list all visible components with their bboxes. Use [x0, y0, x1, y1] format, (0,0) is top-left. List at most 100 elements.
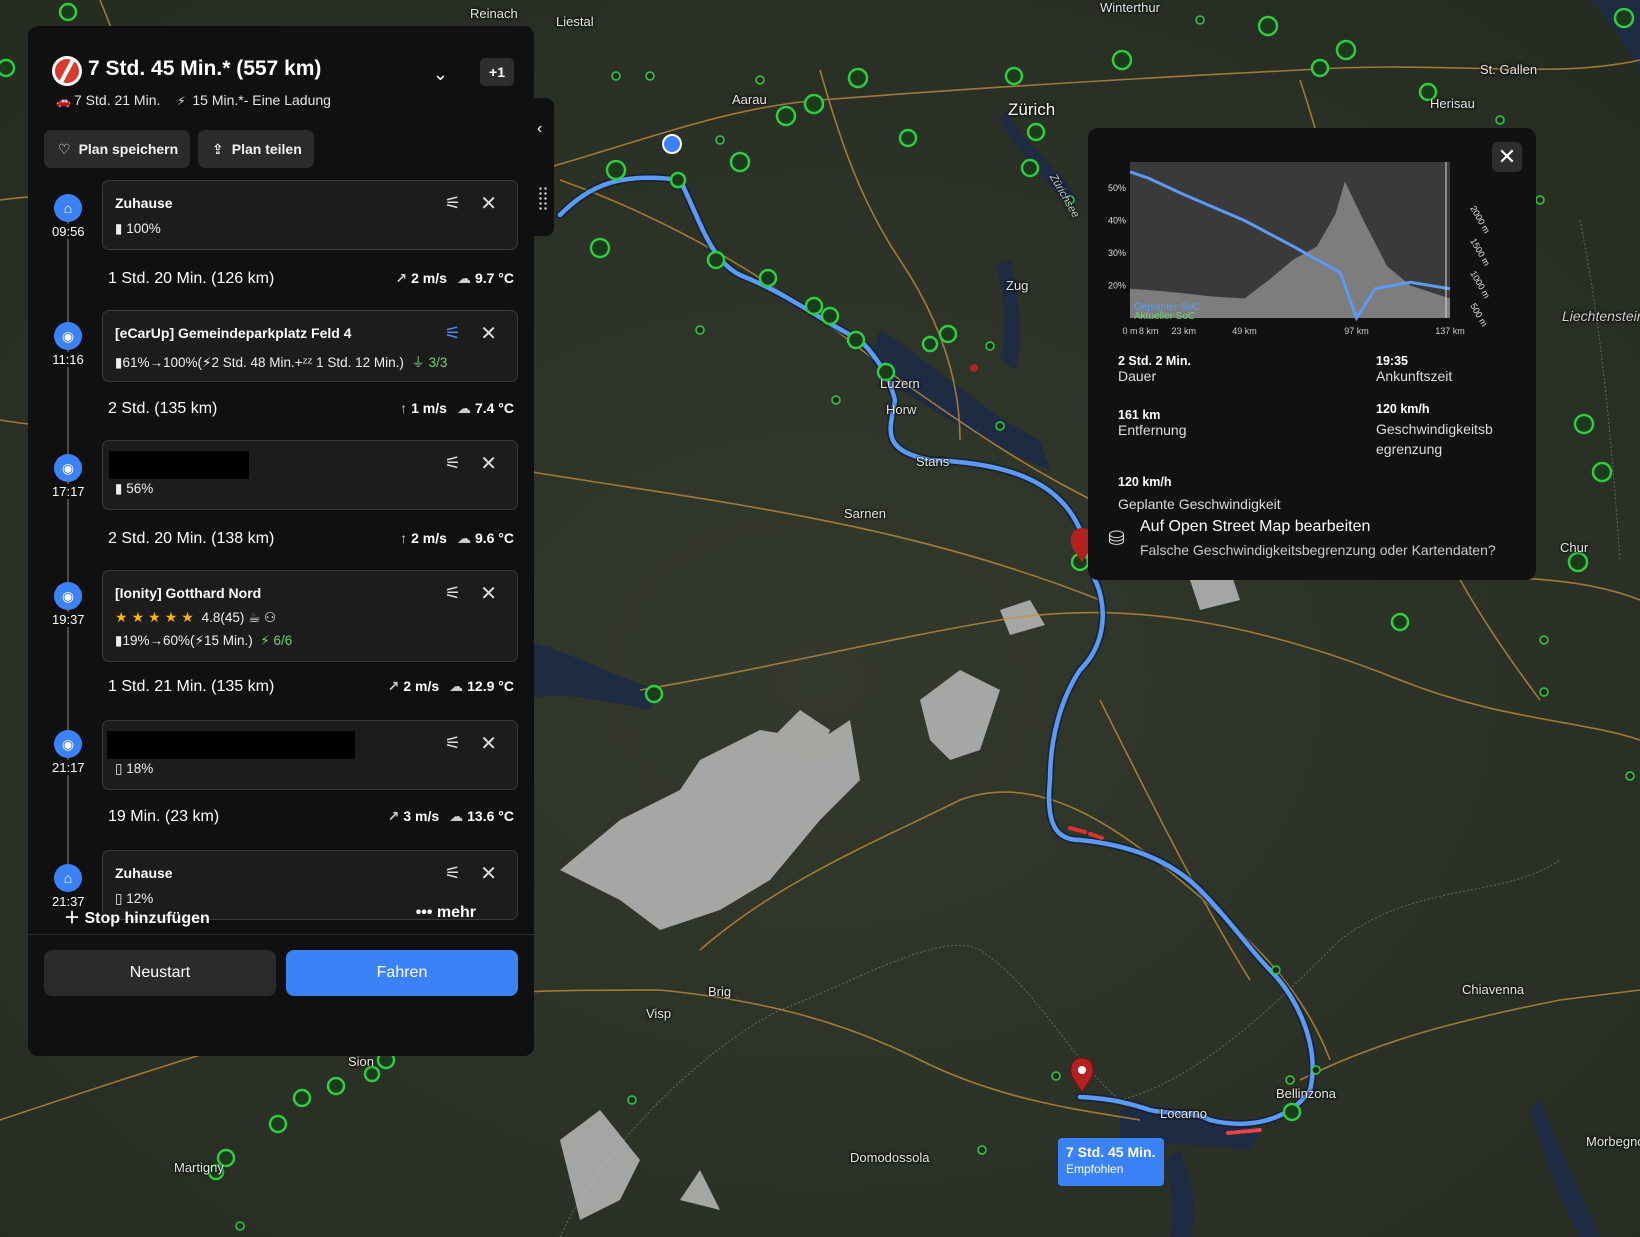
sliders-icon[interactable]: ⚟	[445, 323, 461, 344]
star-icon: ★	[131, 609, 145, 625]
map-label-stans: Stans	[916, 454, 950, 469]
stop-card[interactable]: Zuhause ▮ 100% ⚟ ✕	[102, 180, 518, 250]
map-label-aarau: Aarau	[732, 92, 767, 107]
sliders-icon[interactable]: ⚟	[445, 733, 461, 754]
stop-time-marker: ◉ 21:17	[52, 730, 85, 775]
distance-value: 161 km	[1118, 408, 1161, 422]
remove-stop-button[interactable]: ✕	[480, 321, 497, 346]
ellipsis-icon: •••	[415, 904, 433, 921]
stop-time: 11:16	[52, 352, 84, 367]
remove-stop-button[interactable]: ✕	[480, 191, 497, 216]
remove-stop-button[interactable]: ✕	[480, 451, 497, 476]
chevron-left-icon[interactable]: ‹	[537, 120, 542, 138]
route-time-badge[interactable]: 7 Std. 45 Min. Empfohlen	[1058, 1138, 1164, 1186]
stop-soc: ▮ 100%	[115, 221, 161, 237]
route-badge-time: 7 Std. 45 Min.	[1066, 1144, 1156, 1160]
route-summary-header[interactable]: 7 Std. 45 Min.* (557 km) 🚗 7 Std. 21 Min.…	[52, 56, 514, 126]
stop-card[interactable]: [eCarUp] Gemeindeparkplatz Feld 4 ▮61%→1…	[102, 310, 518, 382]
remove-stop-button[interactable]: ✕	[480, 731, 497, 756]
add-stop-button[interactable]: ＋ Stop hinzufügen	[64, 904, 210, 928]
pin-icon: ◉	[54, 322, 82, 350]
stop-time: 09:56	[52, 224, 85, 239]
distance-stat: 161 km Entfernung	[1118, 406, 1187, 438]
save-plan-label: Plan speichern	[78, 141, 179, 157]
map-label-reinach: Reinach	[470, 6, 518, 21]
sliders-icon[interactable]: ⚟	[445, 453, 461, 474]
sliders-icon[interactable]: ⚟	[445, 863, 461, 884]
charger-availability: 3/3	[428, 355, 448, 370]
y-left-tick-label: 30%	[1108, 248, 1126, 258]
wind-icon: ↑	[400, 530, 408, 546]
legend-current-soc: Aktueller SoC	[1134, 311, 1195, 322]
osm-subtitle: Falsche Geschwindigkeitsbegrenzung oder …	[1140, 542, 1496, 558]
home-icon: ⌂	[54, 864, 82, 892]
chevron-down-icon[interactable]: ⌄	[433, 64, 448, 85]
leg-info: 1 Std. 21 Min. (135 km) ↗ 2 m/s ☁ 12.9 °C	[108, 678, 514, 696]
route-badge-label: Empfohlen	[1066, 1162, 1124, 1176]
y-right-tick-label: 1500 m	[1468, 237, 1492, 268]
more-button[interactable]: ••• mehr	[416, 904, 476, 922]
x-tick-label: 23 km	[1171, 326, 1196, 336]
star-icon: ★	[164, 609, 178, 625]
redacted-stop-name	[109, 451, 249, 479]
drag-handle-icon[interactable]	[538, 186, 548, 210]
sliders-icon[interactable]: ⚟	[445, 583, 461, 604]
add-stop-label: Stop hinzufügen	[84, 910, 210, 927]
drive-button[interactable]: Fahren	[286, 950, 518, 996]
leg-info: 2 Std. (135 km) ↑ 1 m/s ☁ 7.4 °C	[108, 400, 514, 418]
stop-soc-value: 56%	[126, 481, 154, 496]
pin-icon: ◉	[54, 730, 82, 758]
map-label-visp: Visp	[646, 1006, 672, 1021]
route-plan-panel: 7 Std. 45 Min.* (557 km) 🚗 7 Std. 21 Min.…	[28, 26, 534, 1056]
save-plan-button[interactable]: ♡ Plan speichern	[44, 130, 191, 168]
stop-card[interactable]: ▮ 56% ⚟ ✕	[102, 440, 518, 510]
wind-icon: ↗	[387, 678, 400, 694]
map-label-sarnen: Sarnen	[844, 506, 886, 521]
sliders-icon[interactable]: ⚟	[445, 193, 461, 214]
stop-charge-info: ▮19%→60%(⚡15 Min.) ⚡ 6/6	[115, 633, 293, 648]
remove-stop-button[interactable]: ✕	[480, 861, 497, 886]
heart-icon: ♡	[58, 140, 71, 157]
remove-stop-button[interactable]: ✕	[480, 581, 497, 606]
battery-icon: ▯	[115, 761, 123, 776]
stop-name: [Ionity] Gotthard Nord	[115, 585, 262, 601]
map-label-morbegno: Morbegno	[1586, 1134, 1640, 1149]
stop-name: [eCarUp] Gemeindeparkplatz Feld 4	[115, 325, 352, 341]
wait-time: 1 Std. 12 Min.)	[316, 355, 404, 370]
arrival-label: Ankunftszeit	[1376, 368, 1453, 384]
map-label-herisau: Herisau	[1430, 96, 1475, 111]
x-tick-label: 97 km	[1344, 326, 1369, 336]
wind-icon: ↑	[400, 400, 408, 416]
leg-duration: 2 Std. (135 km)	[108, 400, 218, 417]
stop-time: 19:37	[52, 612, 85, 627]
collapse-panel-handle[interactable]: ‹	[532, 98, 554, 236]
leg-temp: 12.9 °C	[467, 678, 514, 694]
alternatives-count-button[interactable]: +1	[480, 58, 514, 86]
leg-details-popup: ✕ 0 m8 km 23 km 49 km 97 km 137 km 50% 40% 30% 2…	[1088, 128, 1536, 580]
duration-value: 2 Std. 2 Min.	[1118, 354, 1191, 368]
share-plan-button[interactable]: ⇪ Plan teilen	[198, 130, 314, 168]
map-label-horw: Horw	[886, 402, 917, 417]
arrival-stat: 19:35 Ankunftszeit	[1376, 352, 1452, 384]
x-tick-label: 8 km	[1139, 326, 1159, 336]
stop-card[interactable]: [Ionity] Gotthard Nord ★ ★ ★ ★ ★ 4.8(45) ☕ ⚇…	[102, 570, 518, 662]
cloud-icon: ☁	[456, 400, 471, 416]
database-edit-icon: ⛁	[1108, 528, 1125, 550]
stop-card[interactable]: ▯ 18% ⚟ ✕	[102, 720, 518, 790]
restart-button[interactable]: Neustart	[44, 950, 276, 996]
leg-wind: 2 m/s	[411, 530, 447, 546]
stop-name: Zuhause	[115, 865, 173, 881]
y-right-tick-label: 500 m	[1468, 302, 1489, 329]
share-plan-label: Plan teilen	[231, 141, 302, 157]
charge-time: 15 Min.)	[203, 633, 253, 648]
speedlimit-label: Geschwindigkeitsb egrenzung	[1376, 421, 1493, 457]
cloud-icon: ☁	[449, 808, 464, 824]
speedlimit-value: 120 km/h	[1376, 402, 1430, 416]
stop-charge-info: ▮61%→100%(⚡2 Std. 48 Min.+ᶻᶻ 1 Std. 12 M…	[115, 355, 448, 370]
pin-icon: ◉	[54, 582, 82, 610]
map-label-zug: Zug	[1006, 278, 1029, 293]
map-label-martigny: Martigny	[174, 1160, 224, 1175]
star-icon: ★	[148, 609, 161, 625]
y-right-tick-label: 1000 m	[1468, 269, 1492, 300]
route-summary-title: 7 Std. 45 Min.* (557 km)	[88, 57, 322, 80]
